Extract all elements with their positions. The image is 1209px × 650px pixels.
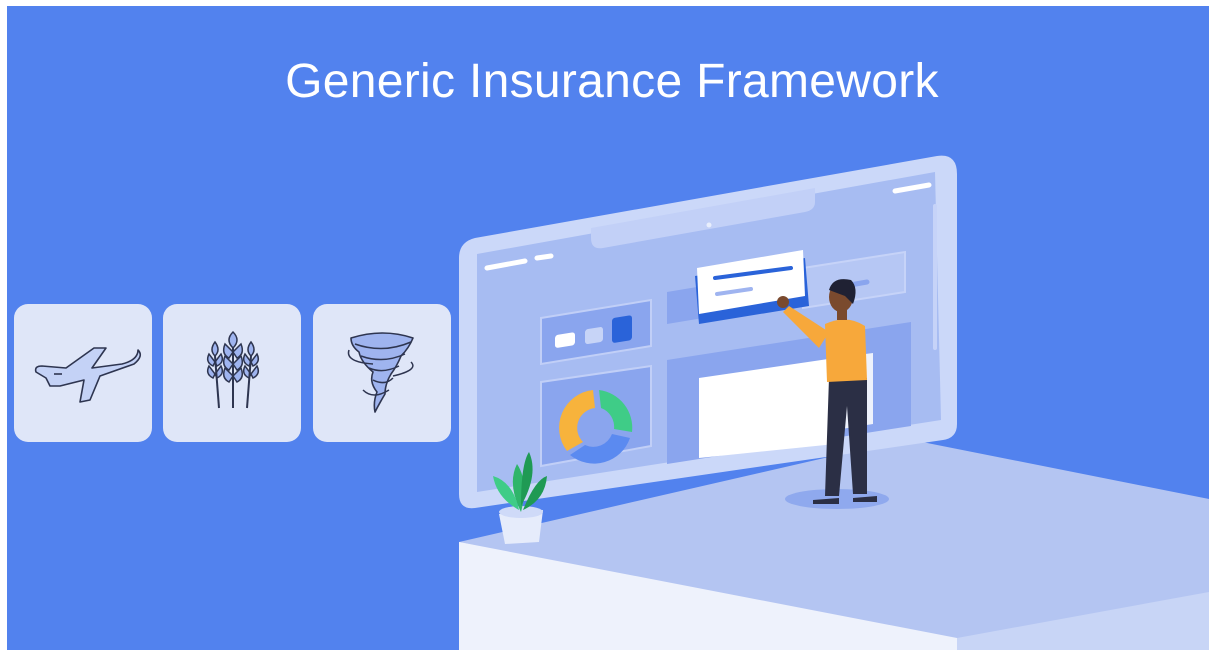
airplane-icon xyxy=(34,347,142,403)
card-weather[interactable] xyxy=(313,304,451,442)
card-agriculture[interactable] xyxy=(163,304,301,442)
wheat-icon xyxy=(206,330,260,409)
tornado-icon xyxy=(347,332,414,413)
card-travel[interactable] xyxy=(14,304,152,442)
hero-banner: Generic Insurance Framework xyxy=(7,6,1209,650)
camera-dot xyxy=(706,222,712,228)
